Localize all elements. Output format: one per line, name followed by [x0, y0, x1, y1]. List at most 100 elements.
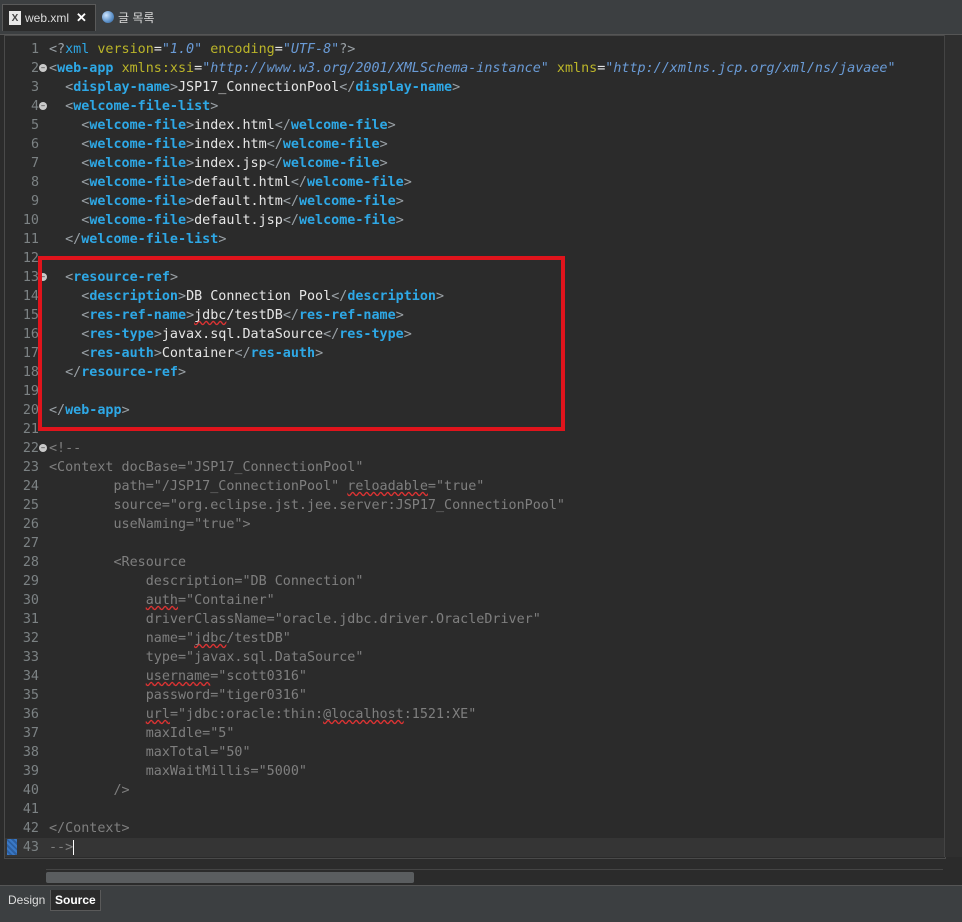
tab-post-list[interactable]: 글 목록 [98, 4, 168, 30]
line-number: 41 [22, 802, 39, 817]
code-line[interactable]: 22− <!-- [5, 439, 945, 458]
line-number: 33 [22, 650, 39, 665]
code-line[interactable]: 29 description="DB Connection" [5, 572, 945, 591]
code-text: </web-app> [49, 403, 130, 418]
editor-tab-bar: X web.xml ✕ 글 목록 [0, 0, 962, 35]
code-text: <Resource [49, 555, 187, 570]
code-line[interactable]: 37 maxIdle="5" [5, 724, 945, 743]
code-text: <welcome-file-list> [65, 99, 219, 114]
code-text: maxTotal="50" [49, 745, 251, 760]
vertical-scrollbar[interactable] [944, 35, 962, 857]
line-number: 13 [22, 270, 39, 285]
code-line[interactable]: 2− <web-app xmlns:xsi="http://www.w3.org/… [5, 59, 945, 78]
code-text: auth="Container" [145, 593, 275, 608]
line-number: 11 [22, 232, 39, 247]
line-number: 15 [22, 308, 39, 323]
line-number: 39 [22, 764, 39, 779]
code-line[interactable]: 39 maxWaitMillis="5000" [5, 762, 945, 781]
code-text: <welcome-file>default.jsp</welcome-file> [81, 213, 404, 228]
line-number: 38 [22, 745, 39, 760]
line-number: 26 [22, 517, 39, 532]
code-text: maxWaitMillis="5000" [49, 764, 307, 779]
code-text: <welcome-file>index.jsp</welcome-file> [81, 156, 388, 171]
close-icon[interactable]: ✕ [76, 10, 87, 26]
tab-web-xml[interactable]: X web.xml ✕ [2, 4, 96, 31]
code-text: <welcome-file>default.htm</welcome-file> [81, 194, 404, 209]
code-line[interactable]: 36 url="jdbc:oracle:thin:@localhost:1521… [5, 705, 945, 724]
code-line[interactable]: 26 useNaming="true"> [5, 515, 945, 534]
line-number: 6 [30, 137, 39, 152]
source-editor[interactable]: 1 <?xml version="1.0" encoding="UTF-8"?> 2… [4, 35, 946, 859]
code-line[interactable]: 27 [5, 534, 945, 553]
code-line[interactable]: 5 <welcome-file>index.html</welcome-file… [5, 116, 945, 135]
code-line[interactable]: 31 driverClassName="oracle.jdbc.driver.O… [5, 610, 945, 629]
code-text: maxIdle="5" [49, 726, 235, 741]
code-text: <web-app xmlns:xsi="http://www.w3.org/20… [49, 61, 896, 76]
code-line[interactable]: 17 <res-auth>Container</res-auth> [5, 344, 945, 363]
code-text: url="jdbc:oracle:thin:@localhost:1521:XE… [145, 707, 477, 722]
code-line[interactable]: 12 [5, 249, 945, 268]
line-number: 36 [22, 707, 39, 722]
code-line[interactable]: 40 /> [5, 781, 945, 800]
code-text: <Context docBase="JSP17_ConnectionPool" [49, 460, 364, 475]
code-text: </Context> [49, 821, 130, 836]
code-text: username="scott0316" [145, 669, 307, 684]
code-area[interactable]: 1 <?xml version="1.0" encoding="UTF-8"?> 2… [5, 40, 945, 857]
code-line[interactable]: 16 <res-type>javax.sql.DataSource</res-t… [5, 325, 945, 344]
code-line[interactable]: 15 <res-ref-name>jdbc/testDB</res-ref-na… [5, 306, 945, 325]
code-text: useNaming="true"> [49, 517, 251, 532]
code-line[interactable]: 10 <welcome-file>default.jsp</welcome-fi… [5, 211, 945, 230]
fold-toggle-icon[interactable]: − [39, 64, 47, 72]
code-line[interactable]: 3 <display-name>JSP17_ConnectionPool</di… [5, 78, 945, 97]
line-number: 43 [22, 840, 39, 855]
code-text: <res-type>javax.sql.DataSource</res-type… [81, 327, 412, 342]
code-text: <!-- [49, 441, 82, 456]
line-number: 42 [22, 821, 39, 836]
code-line[interactable]: 23 <Context docBase="JSP17_ConnectionPool… [5, 458, 945, 477]
line-number: 37 [22, 726, 39, 741]
code-line[interactable]: 28 <Resource [5, 553, 945, 572]
code-line[interactable]: 1 <?xml version="1.0" encoding="UTF-8"?> [5, 40, 945, 59]
code-line[interactable]: 33 type="javax.sql.DataSource" [5, 648, 945, 667]
code-line[interactable]: 25 source="org.eclipse.jst.jee.server:JS… [5, 496, 945, 515]
code-line[interactable]: 11 </welcome-file-list> [5, 230, 945, 249]
line-number: 17 [22, 346, 39, 361]
line-number: 18 [22, 365, 39, 380]
line-number: 10 [22, 213, 39, 228]
code-text: /> [49, 783, 130, 798]
fold-toggle-icon[interactable]: − [39, 444, 47, 452]
code-line[interactable]: 6 <welcome-file>index.htm</welcome-file> [5, 135, 945, 154]
horizontal-scroll-thumb[interactable] [46, 872, 414, 883]
code-line[interactable]: 20 </web-app> [5, 401, 945, 420]
code-text: <res-ref-name>jdbc/testDB</res-ref-name> [81, 308, 404, 323]
code-line[interactable]: 18 </resource-ref> [5, 363, 945, 382]
fold-toggle-icon[interactable]: − [39, 273, 47, 281]
code-line[interactable]: 7 <welcome-file>index.jsp</welcome-file> [5, 154, 945, 173]
code-line[interactable]: 19 [5, 382, 945, 401]
code-line[interactable]: 35 password="tiger0316" [5, 686, 945, 705]
code-line[interactable]: 43 --> [5, 838, 945, 857]
tab-source[interactable]: Source [50, 890, 101, 911]
code-line[interactable]: 24 path="/JSP17_ConnectionPool" reloadab… [5, 477, 945, 496]
xml-file-icon: X [9, 11, 21, 25]
code-line[interactable]: 21 [5, 420, 945, 439]
code-line[interactable]: 42 </Context> [5, 819, 945, 838]
code-line[interactable]: 41 [5, 800, 945, 819]
code-line[interactable]: 32 name="jdbc/testDB" [5, 629, 945, 648]
line-number: 31 [22, 612, 39, 627]
fold-toggle-icon[interactable]: − [39, 102, 47, 110]
code-line[interactable]: 14 <description>DB Connection Pool</desc… [5, 287, 945, 306]
code-line[interactable]: 4− <welcome-file-list> [5, 97, 945, 116]
horizontal-scrollbar[interactable] [46, 869, 943, 885]
tab-design[interactable]: Design [4, 890, 49, 910]
line-number: 24 [22, 479, 39, 494]
code-line[interactable]: 8 <welcome-file>default.html</welcome-fi… [5, 173, 945, 192]
code-line[interactable]: 38 maxTotal="50" [5, 743, 945, 762]
code-line[interactable]: 30 auth="Container" [5, 591, 945, 610]
code-line[interactable]: 34 username="scott0316" [5, 667, 945, 686]
code-text: <description>DB Connection Pool</descrip… [81, 289, 445, 304]
code-line[interactable]: 13− <resource-ref> [5, 268, 945, 287]
code-line[interactable]: 9 <welcome-file>default.htm</welcome-fil… [5, 192, 945, 211]
code-text: <welcome-file>index.htm</welcome-file> [81, 137, 388, 152]
line-number: 25 [22, 498, 39, 513]
